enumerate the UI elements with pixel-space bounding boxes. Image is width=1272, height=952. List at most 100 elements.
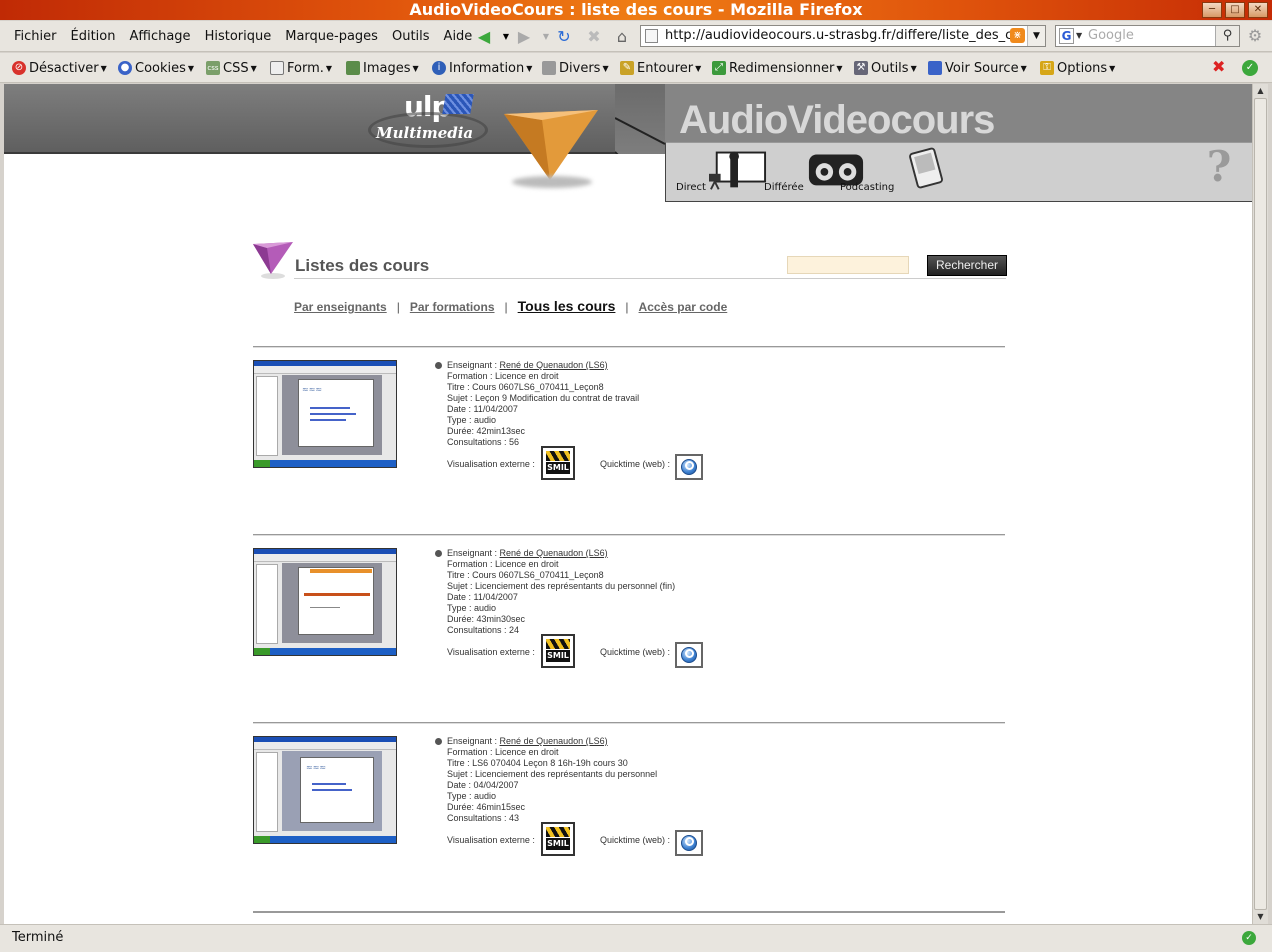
mode-podcasting[interactable]: Podcasting xyxy=(840,144,956,193)
tab-acces-par-code[interactable]: Accès par code xyxy=(639,300,728,314)
label-formation: Formation : xyxy=(447,559,496,569)
course-item: Enseignant : René de Quenaudon (LS6) For… xyxy=(253,534,1005,722)
dev-entourer[interactable]: ✎ Entourer ▼ xyxy=(620,59,701,77)
quicktime-label: Quicktime (web) : xyxy=(600,835,671,845)
menu-marque-pages[interactable]: Marque-pages xyxy=(285,29,378,44)
menu-fichier[interactable]: Fichier xyxy=(14,29,57,44)
menu-edition[interactable]: Édition xyxy=(71,29,116,44)
row-formation: Formation : Licence en droit xyxy=(447,559,675,570)
dev-css[interactable]: css CSS ▼ xyxy=(206,59,257,77)
dev-images[interactable]: Images ▼ xyxy=(346,59,419,77)
help-question-icon[interactable]: ? xyxy=(1204,144,1234,190)
wrench-icon: ⚒ xyxy=(854,61,868,75)
course-item: ≈≈≈ Enseignant : René de Quenaudon (LS6)… xyxy=(253,346,1005,534)
enseignant-link[interactable]: René de Quenaudon (LS6) xyxy=(500,736,608,746)
course-divider xyxy=(253,534,1005,536)
scroll-up-arrow-icon[interactable]: ▲ xyxy=(1253,84,1268,98)
smil-icon[interactable]: SMIL xyxy=(541,446,575,480)
tab-par-formations[interactable]: Par formations xyxy=(410,300,495,314)
status-ok-icon[interactable]: ✓ xyxy=(1242,931,1256,945)
tab-tous-les-cours[interactable]: Tous les cours xyxy=(518,298,616,314)
tab-separator: | xyxy=(625,300,629,314)
vertical-scrollbar[interactable]: ▲ ▼ xyxy=(1252,84,1268,924)
back-arrow-icon[interactable]: ◀ xyxy=(474,27,494,47)
url-bar[interactable]: http://audiovideocours.u-strasbg.fr/diff… xyxy=(640,25,1046,47)
quicktime-icon[interactable] xyxy=(675,830,703,856)
dev-outils[interactable]: ⚒ Outils ▼ xyxy=(854,59,917,77)
dev-cookies[interactable]: ● Cookies ▼ xyxy=(118,59,194,77)
course-thumbnail[interactable] xyxy=(253,548,397,656)
row-type: Type : audio xyxy=(447,603,675,614)
url-text[interactable]: http://audiovideocours.u-strasbg.fr/diff… xyxy=(665,28,1012,43)
thumb-start-button xyxy=(254,460,270,467)
scrollbar-thumb[interactable] xyxy=(1254,98,1267,910)
consultations-value: 43 xyxy=(509,813,520,823)
mode-direct[interactable]: Direct xyxy=(676,144,767,193)
pencil-icon: ✎ xyxy=(620,61,634,75)
ulp-logo[interactable]: ulp Multimedia xyxy=(368,90,488,148)
validation-ok-icon[interactable]: ✓ xyxy=(1242,60,1258,76)
dev-information[interactable]: i Information ▼ xyxy=(432,59,532,77)
consultations-value: 24 xyxy=(509,625,520,635)
row-sujet: Sujet : Leçon 9 Modification du contrat … xyxy=(447,393,639,404)
course-search-input[interactable] xyxy=(787,256,909,274)
label-consultations: Consultations : xyxy=(447,437,510,447)
course-info: Enseignant : René de Quenaudon (LS6) For… xyxy=(435,360,639,448)
logo-subtitle: Multimedia xyxy=(376,124,474,142)
tab-par-enseignants[interactable]: Par enseignants xyxy=(294,300,387,314)
smil-icon[interactable]: SMIL xyxy=(541,634,575,668)
close-window-button[interactable]: ✕ xyxy=(1248,2,1268,18)
dev-options[interactable]: ⚿ Options ▼ xyxy=(1040,59,1115,77)
tab-separator: | xyxy=(396,300,400,314)
thumb-slide xyxy=(298,567,374,635)
dev-voir-source[interactable]: Voir Source ▼ xyxy=(928,59,1027,77)
minimize-button[interactable]: ─ xyxy=(1202,2,1222,18)
home-icon[interactable]: ⌂ xyxy=(612,27,632,47)
reload-icon[interactable]: ↻ xyxy=(554,27,574,47)
quicktime-icon[interactable] xyxy=(675,642,703,668)
rss-feed-icon[interactable]: ⋇ xyxy=(1010,28,1025,43)
label-enseignant: Enseignant : xyxy=(447,360,500,370)
formation-value: Licence en droit xyxy=(495,747,559,757)
forward-history-dropdown-icon[interactable]: ▼ xyxy=(536,27,556,47)
status-text: Terminé xyxy=(12,930,64,945)
search-magnifier-icon[interactable]: ⚲ xyxy=(1215,26,1239,46)
maximize-button[interactable]: □ xyxy=(1225,2,1245,18)
menu-affichage[interactable]: Affichage xyxy=(129,29,190,44)
quicktime-icon[interactable] xyxy=(675,454,703,480)
label-duree: Durée: xyxy=(447,426,477,436)
search-button[interactable]: Rechercher xyxy=(927,255,1007,276)
chevron-down-icon: ▼ xyxy=(602,63,609,73)
label-date: Date : xyxy=(447,404,474,414)
page-viewport: ulp Multimedia AudioVideocours Direct Di… xyxy=(4,84,1252,924)
chevron-down-icon: ▼ xyxy=(325,63,333,73)
label-date: Date : xyxy=(447,592,474,602)
menu-aide[interactable]: Aide xyxy=(444,29,473,44)
row-date: Date : 11/04/2007 xyxy=(447,404,639,415)
back-history-dropdown-icon[interactable]: ▼ xyxy=(496,27,516,47)
menu-historique[interactable]: Historique xyxy=(205,29,272,44)
course-thumbnail[interactable]: ≈≈≈ xyxy=(253,736,397,844)
enseignant-link[interactable]: René de Quenaudon (LS6) xyxy=(500,548,608,558)
course-thumbnail[interactable]: ≈≈≈ xyxy=(253,360,397,468)
dev-divers[interactable]: Divers ▼ xyxy=(542,59,609,77)
menu-outils[interactable]: Outils xyxy=(392,29,430,44)
label-type: Type : xyxy=(447,603,475,613)
google-engine-icon[interactable]: G xyxy=(1059,28,1074,44)
search-box[interactable]: G ▼ Google ⚲ xyxy=(1055,25,1240,47)
dev-desactiver[interactable]: ⊘ Désactiver ▼ xyxy=(12,59,107,77)
thumb-menubar xyxy=(254,554,396,562)
help-question-glyph: ? xyxy=(1206,142,1232,191)
window-title: AudioVideoCours : liste des cours - Mozi… xyxy=(409,0,863,19)
stop-icon[interactable]: ✖ xyxy=(584,27,604,47)
dev-redimensionner[interactable]: ⤢ Redimensionner ▼ xyxy=(712,59,843,77)
url-dropdown-icon[interactable]: ▼ xyxy=(1027,26,1045,46)
scroll-down-arrow-icon[interactable]: ▼ xyxy=(1253,910,1268,924)
smil-icon[interactable]: SMIL xyxy=(541,822,575,856)
enseignant-link[interactable]: René de Quenaudon (LS6) xyxy=(500,360,608,370)
dev-forms[interactable]: Form. ▼ xyxy=(270,59,332,77)
close-toolbar-icon[interactable]: ✖ xyxy=(1212,58,1228,76)
window-titlebar: AudioVideoCours : liste des cours - Mozi… xyxy=(0,0,1272,20)
engine-dropdown-icon[interactable]: ▼ xyxy=(1076,26,1082,46)
forward-arrow-icon[interactable]: ▶ xyxy=(514,27,534,47)
